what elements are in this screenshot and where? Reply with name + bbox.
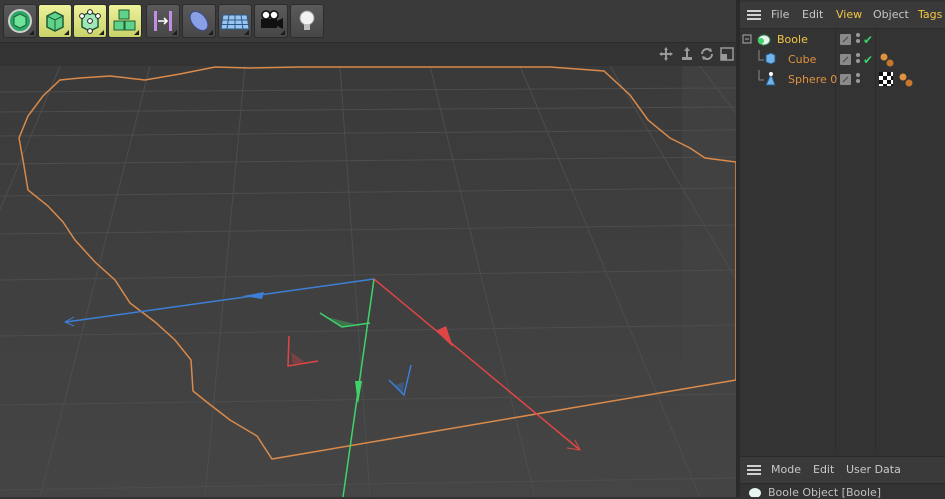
rotate-view-icon[interactable] (699, 46, 715, 62)
hamburger-menu-icon[interactable] (747, 10, 761, 20)
menu-user-data[interactable]: User Data (846, 457, 901, 483)
menu-mode[interactable]: Mode (771, 457, 801, 483)
move-view-icon[interactable] (658, 46, 674, 62)
expand-tree-icon[interactable] (742, 32, 772, 48)
attribute-title: Boole Object [Boole] (768, 486, 882, 499)
visibility-dots-icon[interactable] (856, 73, 861, 87)
menu-file[interactable]: File (771, 2, 789, 28)
deformer-icon[interactable] (182, 4, 216, 38)
object-name-cube[interactable]: Cube (788, 50, 816, 70)
enabled-check-icon[interactable]: ✔ (863, 50, 873, 70)
cube-icon[interactable] (38, 4, 72, 38)
enabled-check-icon[interactable]: ✔ (863, 30, 873, 50)
material-tag-icon[interactable] (879, 72, 893, 86)
viewport-header (0, 43, 738, 66)
object-row-sphere[interactable]: Sphere 0 (740, 70, 945, 90)
floor-icon[interactable] (218, 4, 252, 38)
visibility-dots-icon[interactable] (856, 33, 861, 47)
menu-tags[interactable]: Tags (918, 2, 942, 28)
object-name-sphere[interactable]: Sphere 0 (788, 70, 837, 90)
zoom-view-icon[interactable] (679, 46, 695, 62)
3d-viewport[interactable] (0, 66, 736, 497)
camera-icon[interactable] (254, 4, 288, 38)
object-manager: File Edit View Object Tags Boole ✔ Cube … (740, 0, 945, 499)
layer-toggle[interactable] (840, 74, 851, 85)
menu-edit[interactable]: Edit (813, 457, 834, 483)
visibility-dots-icon[interactable] (856, 53, 861, 67)
menu-view[interactable]: View (836, 2, 862, 28)
column-divider (875, 30, 876, 450)
object-row-cube[interactable]: Cube ✔ (740, 50, 945, 70)
phong-tag-icon[interactable] (879, 52, 895, 68)
tree-line-icon (758, 50, 776, 65)
main-toolbar (0, 0, 738, 43)
model-icon[interactable] (108, 4, 142, 38)
tree-line-icon (758, 70, 776, 86)
object-name-boole[interactable]: Boole (777, 30, 808, 50)
array-icon[interactable] (146, 4, 180, 38)
boole-object-icon (749, 488, 761, 497)
object-row-boole[interactable]: Boole ✔ (740, 30, 945, 50)
light-icon[interactable] (290, 4, 324, 38)
maximize-view-icon[interactable] (719, 46, 735, 62)
hamburger-menu-icon[interactable] (747, 465, 761, 475)
attribute-manager-menubar: Mode Edit User Data (740, 456, 945, 484)
viewport-canvas (0, 66, 736, 497)
column-divider (835, 30, 836, 450)
layer-toggle[interactable] (840, 54, 851, 65)
layer-toggle[interactable] (840, 34, 851, 45)
menu-edit[interactable]: Edit (802, 2, 823, 28)
object-manager-menubar: File Edit View Object Tags (740, 2, 945, 29)
phong-tag-icon[interactable] (898, 72, 914, 88)
points-icon[interactable] (73, 4, 107, 38)
undo-view-icon[interactable] (3, 4, 37, 38)
menu-object[interactable]: Object (873, 2, 909, 28)
